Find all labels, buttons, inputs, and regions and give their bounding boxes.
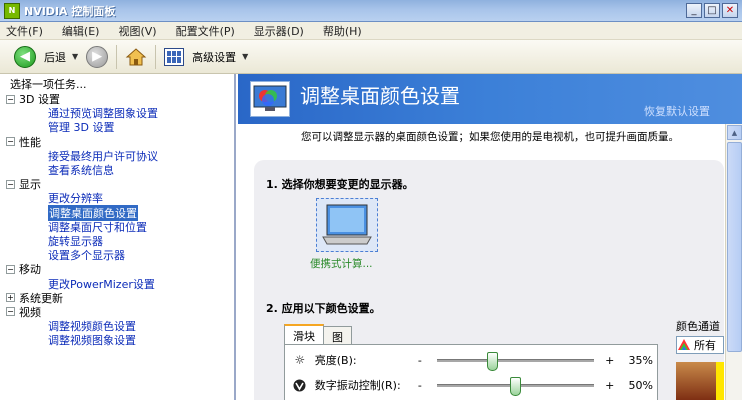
tree-item-powermizer[interactable]: 更改PowerMizer设置 — [6, 276, 234, 291]
display-label[interactable]: 便携式计算... — [310, 256, 373, 271]
menu-view[interactable]: 视图(V) — [118, 23, 156, 39]
toolbar-separator — [116, 44, 118, 69]
minimize-button[interactable]: _ — [686, 3, 702, 18]
color-channel-select[interactable]: 所有 — [676, 336, 724, 354]
menu-bar: 文件(F) 编辑(E) 视图(V) 配置文件(P) 显示器(D) 帮助(H) — [0, 22, 742, 40]
menu-display[interactable]: 显示器(D) — [254, 23, 304, 39]
nvidia-icon: N — [4, 2, 20, 19]
brightness-plus[interactable]: + — [602, 354, 618, 367]
tree-group-mobile[interactable]: − 移动 — [6, 262, 234, 276]
vibrance-row: 数字振动控制(R): - + 50% — [293, 376, 653, 396]
tree-group-3d[interactable]: −3D 设置 — [6, 92, 234, 106]
menu-edit[interactable]: 编辑(E) — [62, 23, 100, 39]
color-curve-preview — [676, 362, 724, 400]
restore-defaults-link[interactable]: 恢复默认设置 — [644, 103, 710, 119]
vibrance-slider[interactable] — [436, 376, 594, 396]
step2-heading: 2. 应用以下颜色设置。 — [266, 302, 381, 315]
toolbar-separator-2 — [155, 44, 157, 69]
window-title: NVIDIA 控制面板 — [24, 4, 116, 18]
tree-group-performance[interactable]: − 性能 — [6, 135, 234, 149]
step1-heading: 1. 选择你想要变更的显示器。 — [266, 178, 414, 191]
tree-item-preview-image[interactable]: 通过预览调整图象设置 — [6, 106, 234, 120]
tree-item-video-image[interactable]: 调整视频图象设置 — [6, 333, 234, 347]
tree-group-display[interactable]: − 显示 — [6, 177, 234, 191]
vibrance-plus[interactable]: + — [602, 379, 618, 392]
collapse-icon[interactable]: − — [6, 264, 15, 274]
tree-item-video-color[interactable]: 调整视频颜色设置 — [6, 319, 234, 333]
collapse-icon[interactable]: − — [6, 307, 15, 317]
tree-item-license[interactable]: 接受最终用户许可协议 — [6, 149, 234, 163]
advanced-dropdown-icon[interactable]: ▼ — [242, 52, 248, 61]
vibrance-minus[interactable]: - — [411, 379, 429, 392]
collapse-icon[interactable]: − — [6, 137, 15, 147]
task-sidebar: 选择一项任务... −3D 设置 通过预览调整图象设置 管理 3D 设置 − 性能… — [0, 74, 236, 400]
page-title: 调整桌面颜色设置 — [300, 84, 460, 108]
tree-item-desktop-color[interactable]: 调整桌面颜色设置 — [6, 204, 234, 221]
back-arrow-icon[interactable]: ◀ — [14, 45, 36, 68]
tab-sliders[interactable]: 滑块 — [284, 324, 324, 345]
expand-icon[interactable]: + — [6, 293, 15, 303]
task-grid-icon[interactable] — [164, 47, 185, 66]
sun-icon: ☼ — [294, 353, 306, 367]
menu-file[interactable]: 文件(F) — [6, 23, 43, 39]
menu-profile[interactable]: 配置文件(P) — [176, 23, 235, 39]
maximize-button[interactable]: □ — [704, 3, 720, 18]
close-button[interactable]: ✕ — [722, 3, 738, 18]
tree-item-system-info[interactable]: 查看系统信息 — [6, 163, 234, 177]
tab-graph[interactable]: 图 — [323, 326, 352, 345]
vibrance-label: 数字振动控制(R): — [314, 379, 401, 392]
settings-tabs: 滑块 图 — [284, 324, 352, 345]
home-icon[interactable] — [125, 46, 147, 68]
page-header: 调整桌面颜色设置 恢复默认设置 — [238, 74, 742, 124]
menu-help[interactable]: 帮助(H) — [323, 23, 362, 39]
brightness-minus[interactable]: - — [411, 354, 429, 367]
sliders-panel: ☼ 亮度(B): - + 35% 数字振动控制(R): - + 50% — [284, 344, 658, 400]
brightness-value: 35% — [628, 353, 653, 367]
tree-item-multi-display[interactable]: 设置多个显示器 — [6, 248, 234, 262]
task-tree: −3D 设置 通过预览调整图象设置 管理 3D 设置 − 性能 接受最终用户许可协… — [0, 92, 234, 347]
tree-group-system-update[interactable]: + 系统更新 — [6, 291, 234, 305]
color-channel-value: 所有 — [694, 339, 716, 352]
vibrance-value: 50% — [628, 378, 653, 392]
vibrance-slider-thumb[interactable] — [510, 376, 522, 396]
brightness-label: 亮度(B): — [314, 354, 357, 367]
back-dropdown-icon[interactable]: ▼ — [72, 52, 78, 61]
collapse-icon[interactable]: − — [6, 94, 15, 104]
back-button-label[interactable]: 后退 — [44, 49, 66, 65]
collapse-icon[interactable]: − — [6, 179, 15, 189]
tree-item-resolution[interactable]: 更改分辨率 — [6, 191, 234, 205]
page-description: 您可以调整显示器的桌面颜色设置；如果您使用的是电视机，也可提升画面质量。 — [301, 131, 679, 143]
brightness-row: ☼ 亮度(B): - + 35% — [293, 351, 653, 371]
content-pane: 调整桌面颜色设置 恢复默认设置 您可以调整显示器的桌面颜色设置；如果您使用的是电… — [238, 74, 742, 400]
tree-item-desktop-size[interactable]: 调整桌面尺寸和位置 — [6, 220, 234, 234]
sidebar-header: 选择一项任务... — [10, 78, 87, 91]
title-bar: N NVIDIA 控制面板 _ □ ✕ — [0, 0, 742, 22]
desktop-color-icon — [250, 81, 290, 117]
vertical-scrollbar[interactable]: ▲ — [725, 124, 742, 400]
toolbar: ◀ 后退 ▼ ▶ 高级设置 ▼ — [0, 40, 742, 74]
tree-item-manage-3d[interactable]: 管理 3D 设置 — [6, 120, 234, 134]
scrollbar-thumb[interactable] — [727, 142, 742, 352]
tree-group-video[interactable]: − 视频 — [6, 305, 234, 319]
brightness-slider[interactable] — [436, 351, 594, 371]
advanced-settings-button[interactable]: 高级设置 — [192, 49, 236, 65]
vibrance-icon — [293, 378, 307, 392]
scroll-up-icon[interactable]: ▲ — [727, 125, 742, 140]
tree-item-rotate[interactable]: 旋转显示器 — [6, 234, 234, 248]
settings-panel: 1. 选择你想要变更的显示器。 便携式计算... 2. 应用以下颜色设置。 滑块… — [254, 160, 724, 400]
brightness-slider-thumb[interactable] — [486, 351, 498, 371]
color-channel-label: 颜色通道 — [676, 320, 720, 333]
rgb-icon — [678, 339, 690, 350]
laptop-display-icon[interactable] — [316, 198, 378, 252]
forward-arrow-icon[interactable]: ▶ — [86, 45, 109, 68]
